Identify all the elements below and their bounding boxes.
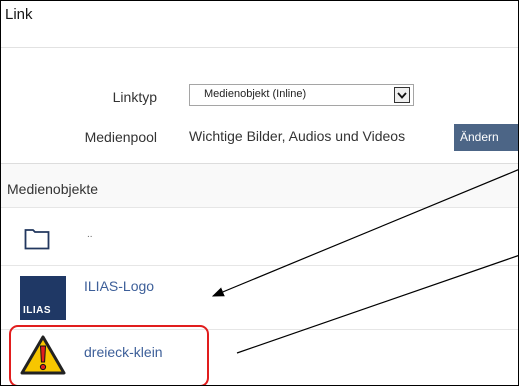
- list-item-parent[interactable]: ..: [1, 207, 518, 266]
- ilias-logo-link[interactable]: ILIAS-Logo: [84, 278, 154, 294]
- list-item-ilias-logo[interactable]: ILIAS ILIAS-Logo: [1, 265, 518, 330]
- linktyp-select-value: Medienobjekt (Inline): [204, 88, 307, 100]
- folder-icon[interactable]: [24, 228, 50, 255]
- section-header: Medienobjekte: [1, 163, 518, 208]
- highlight-box: [9, 325, 209, 385]
- linktyp-select[interactable]: Medienobjekt (Inline): [189, 84, 414, 106]
- medienpool-label: Medienpool: [84, 129, 157, 145]
- section-title: Medienobjekte: [7, 181, 99, 197]
- divider: [1, 47, 518, 48]
- chevron-down-icon[interactable]: [394, 87, 410, 103]
- link-dialog: Link Linktyp Medienobjekt (Inline) Medie…: [0, 0, 519, 386]
- parent-folder-link[interactable]: ..: [87, 229, 93, 240]
- aendern-button[interactable]: Ändern: [454, 124, 518, 151]
- medienpool-value: Wichtige Bilder, Audios und Videos: [189, 128, 406, 144]
- linktyp-label: Linktyp: [112, 89, 157, 105]
- dialog-title: Link: [5, 6, 33, 23]
- ilias-logo-icon: ILIAS: [20, 276, 66, 320]
